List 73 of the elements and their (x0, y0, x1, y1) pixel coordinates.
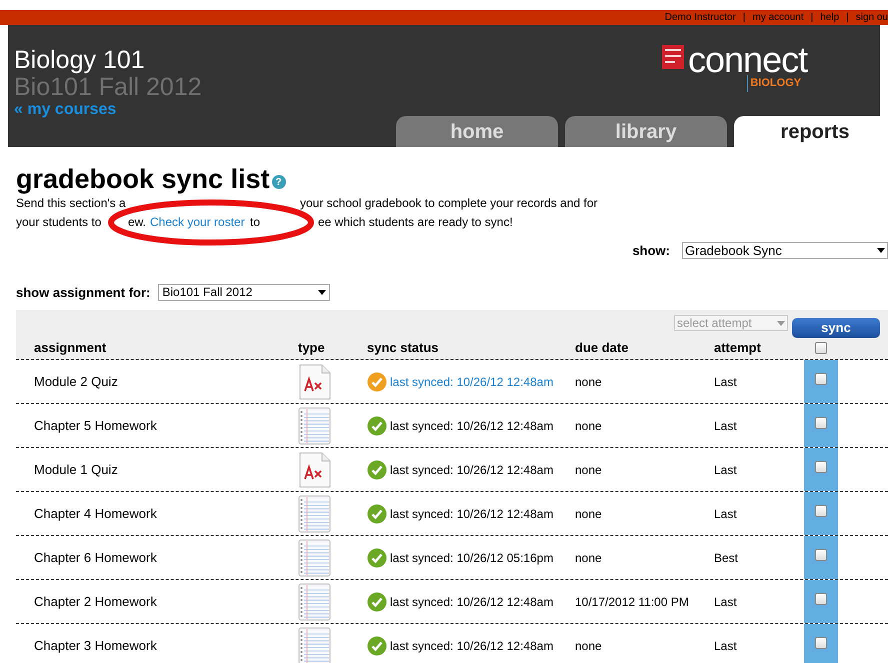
help-icon[interactable]: ? (272, 175, 286, 189)
table-cell-text: Chapter 5 Homework (33, 416, 158, 435)
table-cell-text: none (575, 418, 603, 434)
row-checkbox[interactable] (815, 505, 827, 517)
show-label: show: (632, 242, 670, 260)
link-separator: | (742, 11, 746, 25)
table-cell-text: Chapter 6 Homework (33, 548, 158, 567)
sync-button[interactable]: sync (792, 318, 880, 338)
table-cell-text: none (575, 550, 603, 566)
description-text: ee which students are ready to sync! (318, 214, 513, 231)
table-cell-text: last synced: 10/26/12 12:48am (390, 638, 554, 654)
row-checkbox[interactable] (815, 417, 827, 429)
show-select[interactable]: Gradebook Sync (682, 242, 888, 260)
column-header: due date (575, 338, 630, 357)
description-text: Send this section's a (16, 196, 126, 210)
caret-icon (318, 290, 326, 295)
table-cell-text: Module 1 Quiz (33, 460, 119, 479)
description-text: to (250, 215, 260, 229)
nav-tab[interactable]: home (396, 116, 558, 147)
table-cell-text: Last (714, 638, 738, 654)
table-cell-text: Chapter 2 Homework (33, 592, 158, 611)
caret-icon (877, 248, 885, 254)
row-checkbox[interactable] (815, 637, 827, 649)
table-cell-text: Module 2 Quiz (33, 372, 119, 391)
table-cell-text: Last (714, 374, 738, 390)
row-checkbox[interactable] (815, 461, 827, 473)
row-checkbox[interactable] (815, 373, 827, 385)
table-cell-text: none (575, 506, 603, 522)
table-cell-text: last synced: 10/26/12 12:48am (390, 506, 554, 522)
row-checkbox[interactable] (815, 549, 827, 561)
course-title: Biology 101 (14, 47, 146, 74)
caret-icon (777, 320, 785, 326)
page-title: gradebook sync list (16, 165, 270, 193)
table-cell-text: Chapter 4 Homework (33, 504, 158, 523)
table-cell-text: Last (714, 594, 738, 610)
column-header: assignment (33, 338, 108, 357)
my-courses-link[interactable]: « my courses (14, 101, 202, 119)
table-cell-text: last synced: 10/26/12 12:48am (390, 594, 554, 610)
table-cell-text: none (575, 462, 603, 478)
description-text: your school gradebook to complete your records and for (300, 195, 598, 212)
assignment-select[interactable]: Bio101 Fall 2012 (158, 284, 330, 301)
header-link[interactable]: Demo Instructor (664, 10, 736, 25)
table-cell-text: last synced: 10/26/12 05:16pm (390, 550, 554, 566)
header-link[interactable]: my account (752, 10, 804, 25)
table-cell-text: none (575, 638, 603, 654)
sync-status-link[interactable]: last synced: 10/26/12 12:48am (390, 372, 554, 390)
column-header: type (298, 338, 326, 357)
table-cell-text: Last (714, 418, 738, 434)
link-separator: | (846, 11, 849, 25)
publisher-logo-icon (662, 45, 684, 69)
table-cell-text: last synced: 10/26/12 12:48am (390, 418, 554, 434)
table-cell-text: Chapter 3 Homework (33, 636, 158, 655)
subject-label: BIOLOGY (747, 75, 802, 92)
link-separator: | (810, 11, 814, 25)
table-cell-text: last synced: 10/26/12 12:48am (390, 462, 554, 478)
description-text: ew. (128, 215, 146, 229)
table-cell-text: none (575, 374, 603, 390)
table-cell-text: Last (714, 506, 738, 522)
select-all-checkbox[interactable] (815, 342, 827, 354)
roster-link[interactable]: Check your roster (150, 215, 245, 229)
table-cell-text: Best (714, 550, 740, 566)
table-cell-text: 10/17/2012 11:00 PM (575, 594, 690, 610)
column-header: attempt (714, 338, 762, 357)
header-link[interactable]: sign ou (856, 10, 888, 25)
column-header: sync status (367, 338, 440, 357)
header-link[interactable]: help (820, 10, 840, 25)
row-checkbox[interactable] (815, 593, 827, 605)
nav-tab[interactable]: library (565, 116, 727, 147)
course-section: Bio101 Fall 2012 (14, 74, 202, 101)
table-cell-text: Last (714, 462, 738, 478)
connect-logo: connect (688, 45, 808, 75)
filter-label: show assignment for: (16, 284, 150, 302)
description-text: your students to (16, 215, 102, 229)
